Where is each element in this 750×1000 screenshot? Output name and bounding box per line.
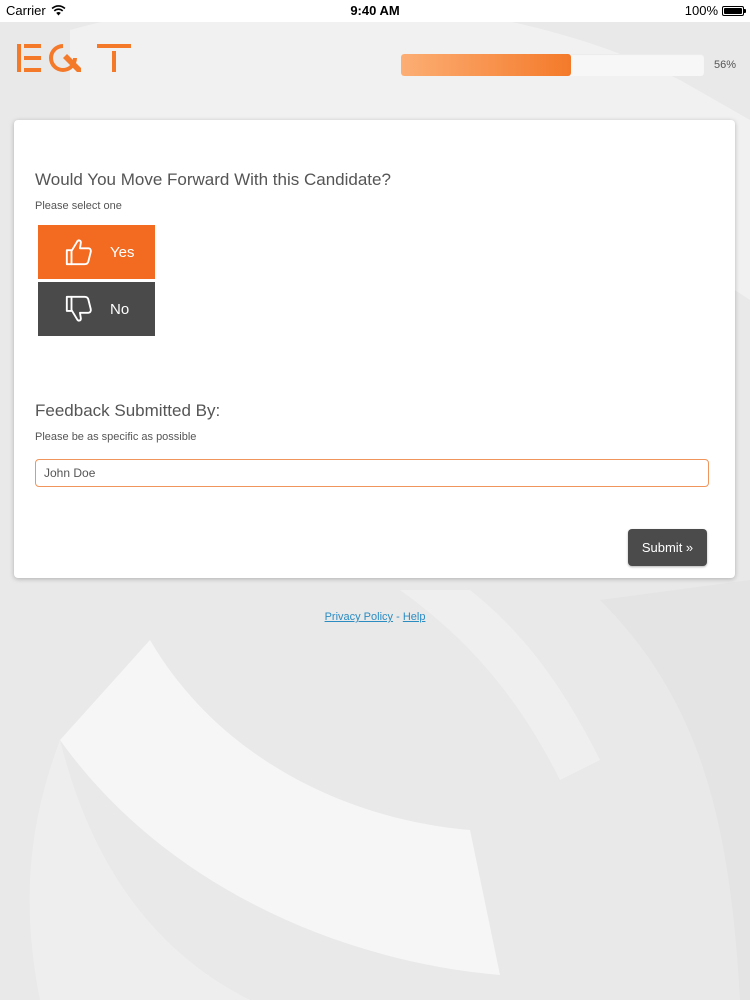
eqt-logo [17,44,131,72]
privacy-policy-link[interactable]: Privacy Policy [325,611,393,623]
help-link[interactable]: Help [403,611,426,623]
progress-bar [401,54,704,76]
feedback-hint: Please be as specific as possible [35,431,197,443]
feedback-title: Feedback Submitted By: [35,401,221,420]
submitted-by-input[interactable] [35,459,709,487]
thumbs-up-icon [65,239,92,266]
question-title: Would You Move Forward With this Candida… [35,170,391,189]
progress-label: 56% [714,59,737,71]
question-hint: Please select one [35,200,122,212]
thumbs-down-icon [65,295,92,322]
footer-separator: - [393,611,403,623]
no-button[interactable]: No [38,282,155,336]
battery-icon [722,5,746,16]
status-time: 9:40 AM [350,3,400,18]
battery-percent: 100% [684,3,718,18]
feedback-card: Would You Move Forward With this Candida… [14,120,735,578]
progress-fill [401,54,571,76]
yes-label: Yes [110,243,135,261]
yes-button[interactable]: Yes [38,225,155,279]
status-battery: 100% [684,3,746,18]
no-label: No [110,300,130,318]
submit-button[interactable]: Submit » [628,529,707,566]
footer-links: Privacy Policy - Help [0,611,750,623]
status-bar: Carrier 9:40 AM 100% [0,0,750,22]
